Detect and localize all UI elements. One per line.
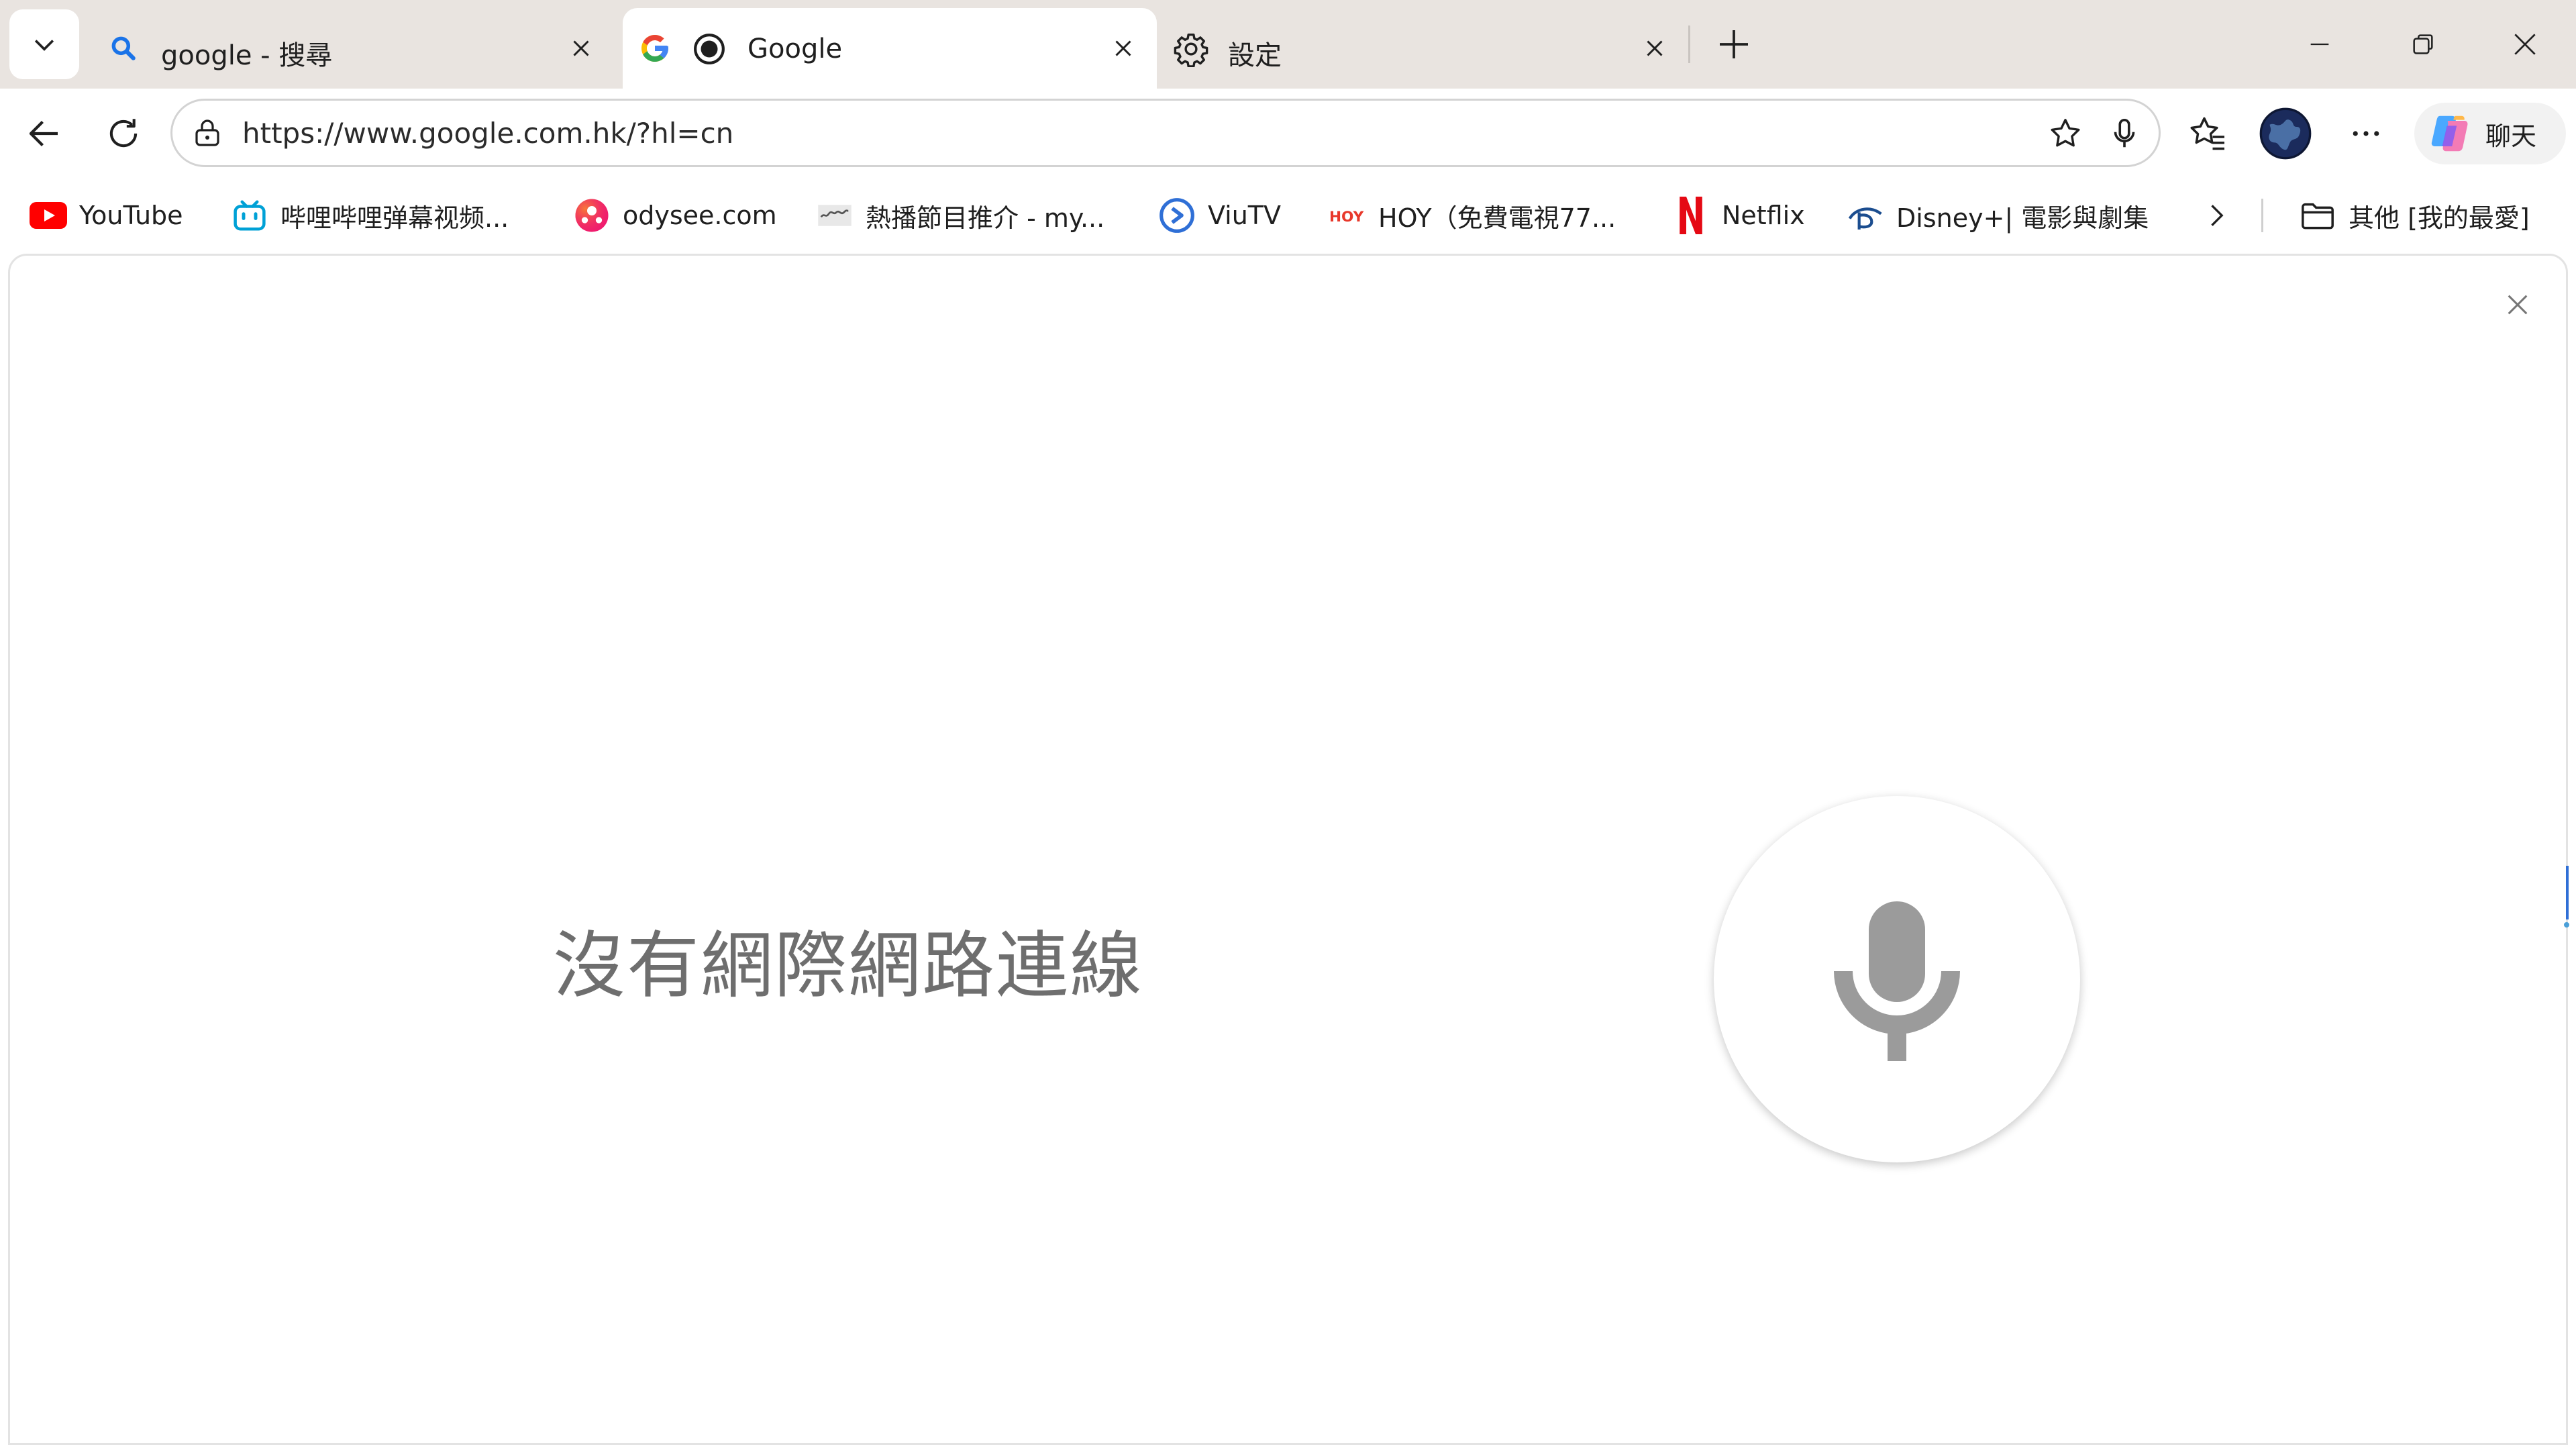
favorite-label: odysee.com bbox=[623, 201, 777, 230]
plus-icon bbox=[1720, 30, 1748, 58]
tab-title: 設定 bbox=[1228, 40, 1282, 71]
tab-title: Google bbox=[748, 34, 843, 64]
scrollbar-thumb[interactable] bbox=[2563, 866, 2570, 930]
close-icon bbox=[2508, 295, 2528, 315]
star-icon[interactable] bbox=[2047, 115, 2083, 152]
tab-google[interactable]: Google bbox=[623, 8, 1157, 89]
favorites-overflow-button[interactable] bbox=[2194, 195, 2237, 236]
netflix-icon bbox=[1672, 197, 1710, 234]
site-info-lock-icon[interactable] bbox=[191, 117, 223, 149]
bilibili-icon bbox=[231, 197, 268, 234]
mytv-icon bbox=[816, 197, 854, 234]
restore-icon bbox=[2413, 34, 2433, 54]
favorite-label: Disney+| 電影與劇集 bbox=[1896, 203, 2149, 233]
tab-google-search[interactable]: google - 搜尋 bbox=[94, 8, 617, 89]
new-tab-button[interactable] bbox=[1702, 15, 1766, 74]
favorites-separator bbox=[2261, 199, 2263, 232]
restore-button[interactable] bbox=[2386, 15, 2460, 74]
close-tab-button[interactable] bbox=[561, 28, 601, 68]
google-logo-icon bbox=[641, 35, 668, 62]
odysee-icon bbox=[573, 197, 611, 234]
favorites-star-list-icon bbox=[2190, 117, 2224, 150]
voice-search-mic-button[interactable] bbox=[1714, 796, 2080, 1162]
viutv-icon bbox=[1158, 197, 1196, 234]
close-icon bbox=[1647, 40, 1663, 56]
url-text[interactable]: https://www.google.com.hk/?hl=cn bbox=[242, 117, 733, 150]
favorite-label: 其他 [我的最愛] bbox=[2349, 203, 2530, 233]
favorite-label: Netflix bbox=[1722, 201, 1805, 230]
microphone-icon[interactable] bbox=[2106, 115, 2143, 152]
favorite-item-viutv[interactable]: ViuTV bbox=[1158, 195, 1281, 236]
favorite-item-hoy[interactable]: HOY HOY（免費電視77... bbox=[1329, 195, 1616, 236]
favorite-item-disney[interactable]: Disney+| 電影與劇集 bbox=[1847, 195, 2149, 236]
page-content bbox=[8, 254, 2568, 1445]
close-tab-button[interactable] bbox=[1635, 28, 1675, 68]
tab-separator bbox=[1688, 26, 1690, 63]
tab-list-dropdown-button[interactable] bbox=[9, 9, 79, 79]
minimize-button[interactable] bbox=[2283, 15, 2357, 74]
favorite-label: 熱播節目推介 - my... bbox=[866, 203, 1105, 233]
copilot-icon bbox=[2431, 115, 2468, 152]
svg-text:HOY: HOY bbox=[1329, 209, 1364, 226]
folder-icon bbox=[2299, 197, 2336, 234]
tab-settings[interactable]: 設定 bbox=[1160, 8, 1683, 89]
recording-indicator-icon bbox=[694, 34, 725, 64]
chevron-down-icon bbox=[34, 40, 54, 51]
favorite-item-netflix[interactable]: Netflix bbox=[1672, 195, 1805, 236]
favorite-item-youtube[interactable]: YouTube bbox=[30, 195, 183, 236]
microphone-icon bbox=[1834, 901, 1960, 1061]
close-tab-button[interactable] bbox=[1103, 28, 1143, 68]
favorite-label: YouTube bbox=[79, 201, 183, 230]
copilot-chat-button[interactable]: 聊天 bbox=[2414, 103, 2566, 164]
tab-title: google - 搜尋 bbox=[161, 40, 333, 71]
close-window-button[interactable] bbox=[2488, 15, 2562, 74]
close-icon bbox=[573, 40, 589, 56]
chevron-right-icon bbox=[2211, 205, 2224, 226]
refresh-button[interactable] bbox=[91, 101, 156, 166]
favorite-item-odysee[interactable]: odysee.com bbox=[573, 195, 777, 236]
refresh-icon bbox=[109, 119, 138, 148]
back-button[interactable] bbox=[12, 101, 76, 166]
favorite-label: HOY（免費電視77... bbox=[1378, 203, 1616, 233]
favorite-label: ViuTV bbox=[1208, 201, 1282, 230]
youtube-icon bbox=[30, 197, 67, 234]
copilot-label: 聊天 bbox=[2485, 121, 2537, 151]
favorite-item-mytv[interactable]: 熱播節目推介 - my... bbox=[816, 195, 1104, 236]
search-icon bbox=[111, 36, 136, 60]
profile-button[interactable] bbox=[2253, 101, 2318, 166]
favorites-button[interactable] bbox=[2175, 101, 2240, 166]
gear-icon bbox=[1174, 33, 1208, 67]
settings-more-button[interactable] bbox=[2334, 101, 2398, 166]
address-bar[interactable]: https://www.google.com.hk/?hl=cn bbox=[170, 99, 2161, 167]
voice-search-close-button[interactable] bbox=[2497, 285, 2538, 325]
other-favorites-folder[interactable]: 其他 [我的最愛] bbox=[2299, 195, 2530, 236]
arrow-left-icon bbox=[29, 120, 58, 147]
close-icon bbox=[1115, 40, 1131, 56]
minimize-icon bbox=[2310, 43, 2329, 46]
profile-avatar-globe-icon bbox=[2259, 107, 2312, 160]
disney-icon bbox=[1847, 197, 1884, 234]
more-horizontal-icon bbox=[2353, 131, 2379, 136]
favorite-label: 哔哩哔哩弹幕视频... bbox=[280, 203, 509, 233]
close-icon bbox=[2514, 34, 2536, 55]
hoy-icon: HOY bbox=[1329, 197, 1366, 234]
offline-message: 沒有網際網路連線 bbox=[553, 924, 1144, 1008]
favorite-item-bilibili[interactable]: 哔哩哔哩弹幕视频... bbox=[231, 195, 509, 236]
